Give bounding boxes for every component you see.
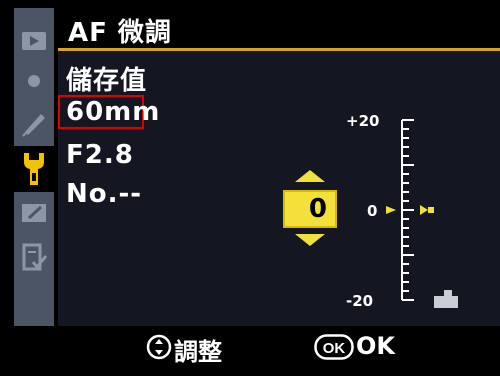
level-marker-bar: [428, 207, 434, 213]
tab-shooting[interactable]: [14, 62, 54, 100]
level-marker-right-icon: [420, 205, 428, 215]
footer-bar: [0, 326, 500, 376]
page-title: AF 微調: [68, 18, 172, 48]
title-bar: AF 微調: [58, 8, 500, 51]
my-menu-icon: [22, 243, 48, 271]
lens-aperture: F2.8: [66, 140, 134, 170]
tab-setup[interactable]: [14, 146, 54, 192]
decrease-arrow-icon[interactable]: [293, 232, 327, 248]
scale-min-label: -20: [346, 292, 374, 310]
tab-playback[interactable]: [14, 22, 54, 60]
pencil-icon: [22, 114, 45, 137]
camera-body-icon: [434, 290, 458, 308]
adjust-value: 0: [308, 194, 327, 224]
section-label: 儲存值: [66, 66, 148, 96]
multi-selector-icon: [146, 334, 172, 360]
retouch-icon: [22, 204, 46, 222]
scale-max-label: +20: [346, 112, 380, 130]
play-icon: [22, 32, 46, 50]
footer-adjust-label: 調整: [174, 338, 222, 366]
lens-number: No.--: [66, 179, 143, 209]
menu-tab-rail: [0, 0, 58, 330]
camera-icon: [28, 75, 40, 87]
ok-button-icon[interactable]: OK: [314, 334, 354, 360]
tab-custom-settings[interactable]: [14, 104, 54, 142]
scale-ticks: [402, 119, 414, 301]
level-marker-left-icon: [386, 206, 396, 214]
scale-zero-label: 0: [367, 202, 378, 220]
footer-ok-label: OK: [356, 332, 395, 360]
adjust-value-box[interactable]: 0: [283, 190, 337, 228]
adjustment-scale: [386, 119, 434, 301]
tab-my-menu[interactable]: [14, 238, 54, 276]
lens-focal-length: 60mm: [66, 97, 161, 127]
tab-retouch[interactable]: [14, 194, 54, 232]
increase-arrow-icon[interactable]: [293, 168, 327, 184]
wrench-icon: [24, 153, 44, 185]
ok-button-glyph: OK: [323, 340, 346, 357]
